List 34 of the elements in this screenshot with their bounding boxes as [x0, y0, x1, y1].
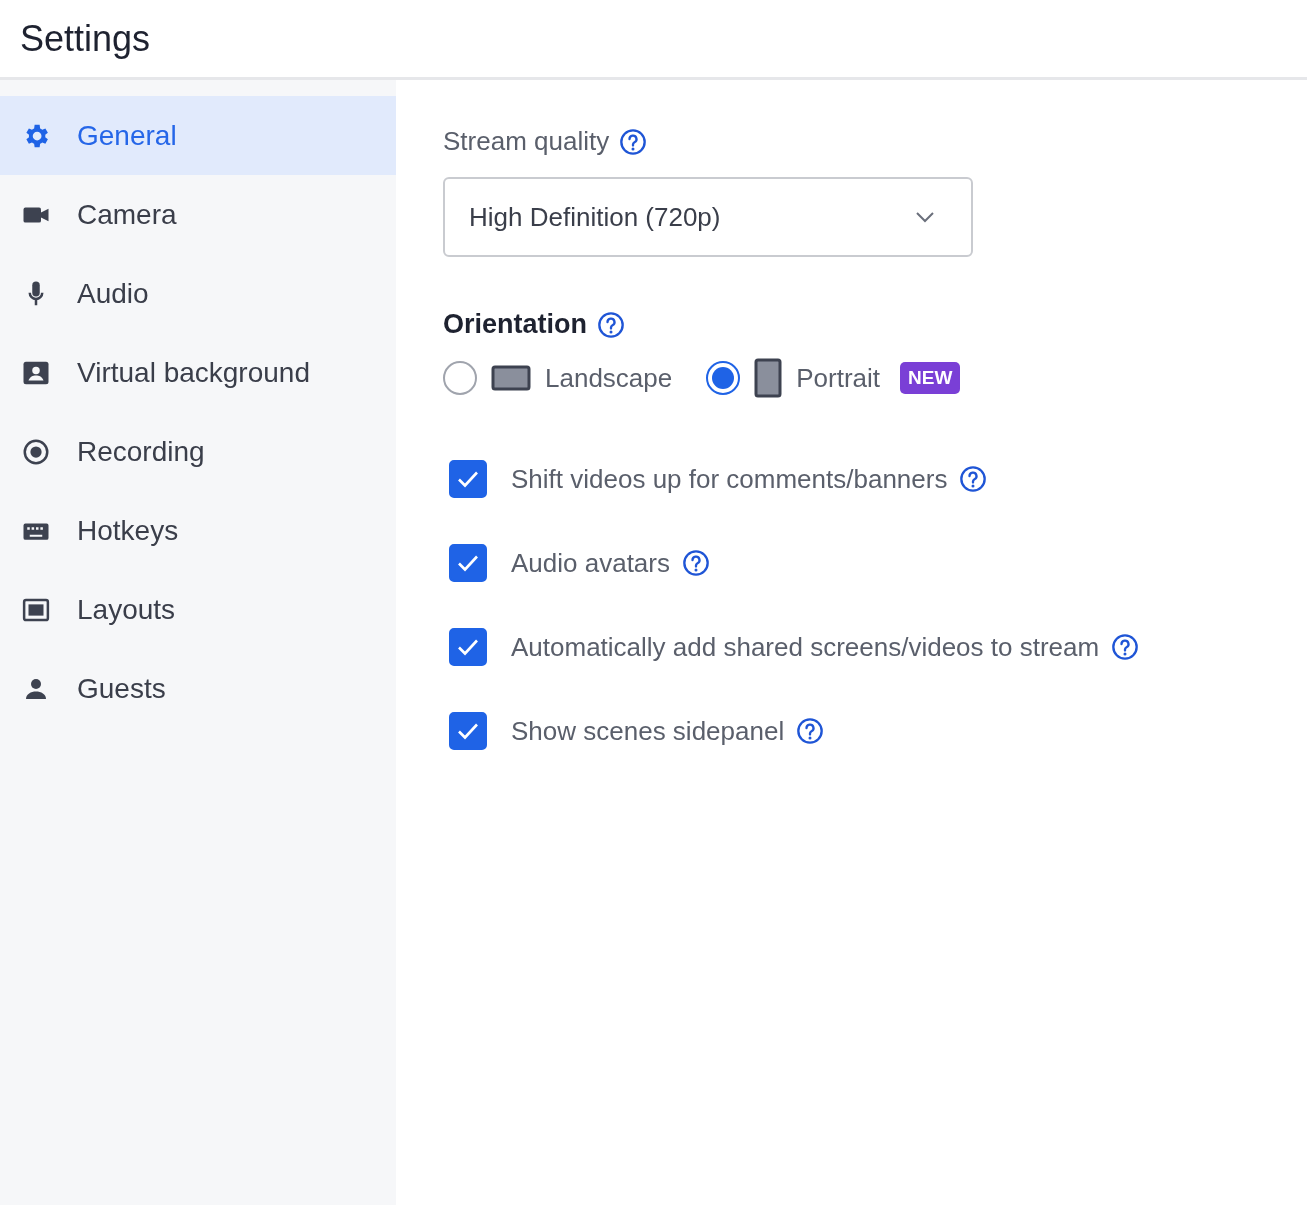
- checkbox[interactable]: [449, 628, 487, 666]
- radio-button[interactable]: [443, 361, 477, 395]
- sidebar-item[interactable]: Virtual background: [0, 333, 396, 412]
- checkbox[interactable]: [449, 712, 487, 750]
- checkbox[interactable]: [449, 544, 487, 582]
- radio-label: Landscape: [545, 362, 673, 394]
- sidebar-item[interactable]: General: [0, 96, 396, 175]
- checkbox-label: Audio avatars: [511, 547, 670, 579]
- help-icon[interactable]: [682, 549, 710, 577]
- checkbox-label: Show scenes sidepanel: [511, 715, 785, 747]
- sidebar-item[interactable]: Layouts: [0, 570, 396, 649]
- field-label: Stream quality: [443, 126, 610, 157]
- help-icon[interactable]: [796, 717, 825, 745]
- help-icon[interactable]: [1111, 633, 1140, 661]
- section-title: Orientation: [443, 309, 587, 340]
- chevron-down-icon: [915, 211, 935, 223]
- sidebar-item[interactable]: Audio: [0, 254, 396, 333]
- help-icon[interactable]: [619, 127, 648, 156]
- portrait-phone-icon: [754, 358, 783, 398]
- landscape-screen-icon: [491, 365, 531, 391]
- page-title: Settings: [20, 17, 151, 60]
- checkbox-label: Automatically add shared screens/videos to stream: [511, 631, 1100, 663]
- radio-button[interactable]: [706, 361, 741, 395]
- checkbox-label: Shift videos up for comments/banners: [511, 463, 948, 495]
- radio-label: Portrait: [796, 362, 881, 394]
- sidebar-item[interactable]: Guests: [0, 649, 396, 728]
- new-badge: NEW: [900, 362, 961, 394]
- help-icon[interactable]: [597, 310, 625, 339]
- sidebar-item[interactable]: Recording: [0, 412, 396, 491]
- checkbox[interactable]: [449, 460, 487, 498]
- sidebar-item[interactable]: Hotkeys: [0, 491, 396, 570]
- stream-quality-dropdown[interactable]: High Definition (720p): [443, 177, 973, 257]
- help-icon[interactable]: [959, 465, 988, 493]
- sidebar-item[interactable]: Camera: [0, 175, 396, 254]
